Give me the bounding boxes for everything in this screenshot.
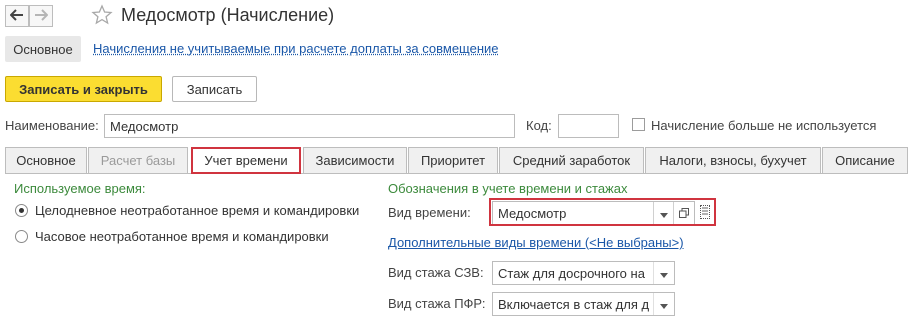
favorite-star-icon[interactable] <box>91 4 113 26</box>
szv-dropdown-toggle[interactable] <box>653 262 674 284</box>
time-usage-title: Используемое время: <box>14 181 146 196</box>
tab-base-calc[interactable]: Расчет базы <box>88 147 188 173</box>
arrow-right-icon <box>34 8 49 24</box>
window-title: Медосмотр (Начисление) <box>121 5 335 25</box>
tab-taxes[interactable]: Налоги, взносы, бухучет <box>645 147 821 173</box>
time-type-label: Вид времени: <box>388 205 471 220</box>
pfr-label: Вид стажа ПФР: <box>388 296 486 311</box>
name-label: Наименование: <box>5 118 99 133</box>
szv-label: Вид стажа СЗВ: <box>388 265 484 280</box>
mode-link-not-counted[interactable]: Начисления не учитываемые при расчете до… <box>93 41 499 56</box>
mode-main[interactable]: Основное <box>5 36 81 62</box>
name-field[interactable]: Медосмотр <box>104 114 515 138</box>
tab-description[interactable]: Описание <box>822 147 908 173</box>
pfr-value: Включается в стаж для д <box>498 296 650 312</box>
tabs-divider <box>5 173 908 174</box>
radio-hourly-label[interactable]: Часовое неотработанное время и командиро… <box>35 229 329 244</box>
tab-main[interactable]: Основное <box>5 147 87 173</box>
triangle-down-icon <box>660 266 668 281</box>
code-field[interactable] <box>558 114 619 138</box>
tab-average-earnings[interactable]: Средний заработок <box>499 147 644 173</box>
pfr-dropdown-toggle[interactable] <box>653 293 674 315</box>
designations-title: Обозначения в учете времени и стажах <box>388 181 628 196</box>
radio-full-day[interactable] <box>15 204 28 217</box>
triangle-down-icon <box>660 297 668 312</box>
unused-checkbox[interactable] <box>632 118 645 131</box>
radio-hourly[interactable] <box>15 230 28 243</box>
szv-value: Стаж для досрочного на <box>498 265 645 281</box>
arrow-left-icon <box>9 8 24 24</box>
forward-button[interactable] <box>29 5 53 27</box>
unused-label: Начисление больше не используется <box>651 118 877 133</box>
radio-full-day-label[interactable]: Целодневное неотработанное время и коман… <box>35 203 359 218</box>
time-type-highlight <box>489 198 716 226</box>
pfr-field[interactable]: Включается в стаж для д <box>492 292 675 316</box>
extra-time-types-link[interactable]: Дополнительные виды времени (<Не выбраны… <box>388 235 684 250</box>
save-button[interactable]: Записать <box>172 76 257 102</box>
tab-dependencies[interactable]: Зависимости <box>303 147 407 173</box>
tab-time-accounting[interactable]: Учет времени <box>191 147 301 174</box>
back-button[interactable] <box>5 5 29 27</box>
save-and-close-button[interactable]: Записать и закрыть <box>5 76 162 102</box>
tab-priority[interactable]: Приоритет <box>408 147 498 173</box>
code-label: Код: <box>526 118 552 133</box>
szv-field[interactable]: Стаж для досрочного на <box>492 261 675 285</box>
